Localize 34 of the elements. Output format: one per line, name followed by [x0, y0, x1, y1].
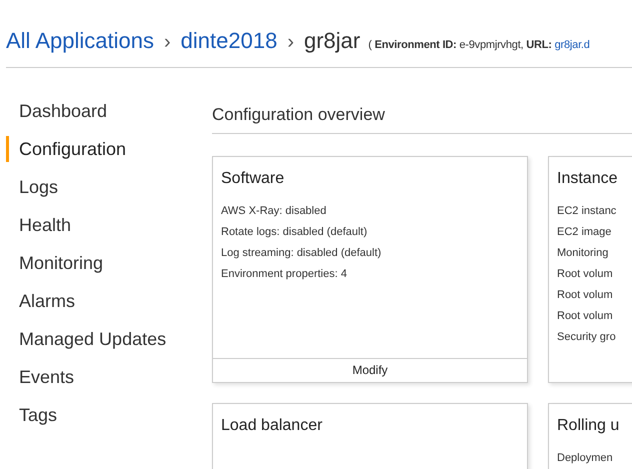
sidebar-item[interactable]: Dashboard: [6, 98, 212, 124]
card-title: Load balancer: [220, 416, 324, 436]
setting-text: Log streaming: disabled (default): [221, 246, 382, 260]
card-title: Instance: [556, 168, 618, 188]
card-title: Software: [220, 168, 286, 188]
url-link[interactable]: gr8jar.d: [554, 39, 590, 51]
breadcrumb-separator: ›: [164, 30, 171, 55]
breadcrumb-link[interactable]: All Applications: [6, 24, 154, 57]
breadcrumb-current: gr8jar: [304, 27, 360, 55]
sidebar-item[interactable]: Alarms: [6, 288, 212, 314]
setting-text: EC2 image: [557, 224, 612, 240]
setting-text: EC2 instanc: [557, 204, 618, 218]
sidebar-item[interactable]: Configuration: [6, 136, 212, 162]
sidebar-item[interactable]: Health: [6, 212, 212, 238]
setting-text: Deploymen: [557, 450, 614, 466]
sidebar-item[interactable]: Monitoring: [6, 250, 212, 276]
setting-text: Root volum: [557, 288, 614, 302]
setting-text: Rotate logs: disabled (default): [221, 224, 368, 240]
setting-text: Environment properties: 4: [221, 266, 348, 282]
breadcrumb-separator: ›: [287, 30, 294, 55]
section-title: Configuration overview: [212, 102, 632, 134]
sidebar-item[interactable]: Managed Updates: [6, 326, 212, 352]
sidebar-item[interactable]: Tags: [6, 402, 212, 428]
setting-text: Security gro: [557, 330, 617, 344]
card-title: Rolling u: [556, 416, 620, 436]
environment-info: ( Environment ID: e-9vpmjrvhgt, URL: gr8jar.d: [368, 38, 590, 53]
setting-text: Monitoring: [557, 246, 610, 260]
setting-text: Root volum: [557, 308, 614, 324]
setting-text: AWS X-Ray: disabled: [221, 204, 328, 218]
breadcrumb-link[interactable]: dinte2018: [180, 24, 278, 57]
sidebar-item[interactable]: Events: [6, 364, 212, 390]
modify-button[interactable]: Modify: [352, 361, 388, 379]
sidebar-item[interactable]: Logs: [6, 174, 212, 200]
setting-text: Root volum: [557, 266, 614, 282]
